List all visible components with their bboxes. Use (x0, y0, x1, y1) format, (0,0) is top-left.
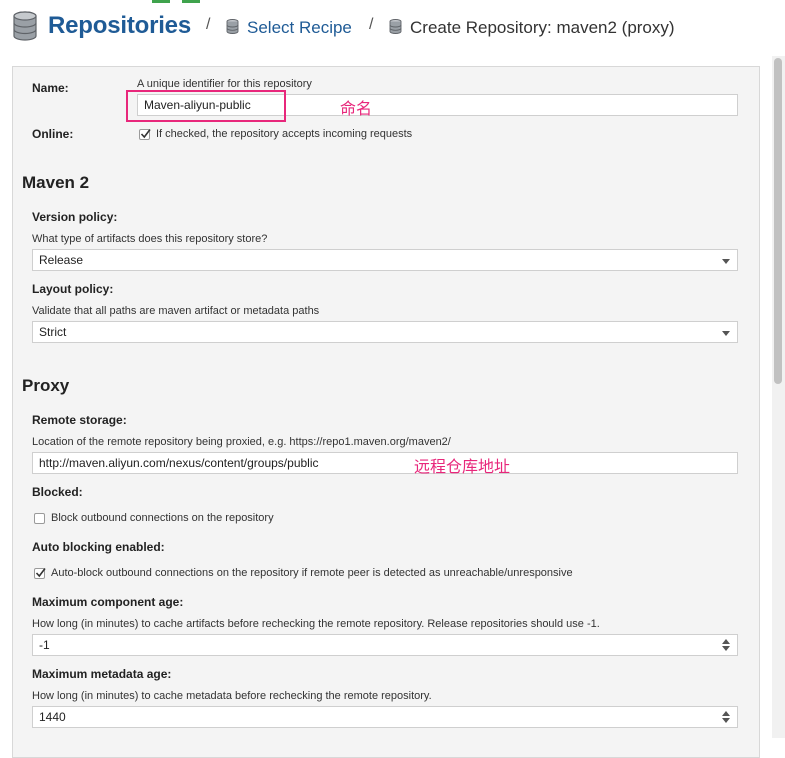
layout-policy-value: Strict (39, 325, 67, 339)
max-metadata-age-help: How long (in minutes) to cache metadata … (32, 690, 432, 702)
spinner-arrows-icon[interactable] (722, 711, 730, 723)
database-icon (226, 19, 239, 39)
dropdown-arrow-icon (722, 331, 730, 336)
blocked-label: Blocked: (32, 485, 83, 499)
checkmark-icon (35, 568, 46, 578)
page-title[interactable]: Repositories (48, 12, 191, 40)
version-policy-value: Release (39, 253, 84, 267)
name-label: Name: (32, 81, 69, 95)
breadcrumb-separator: / (369, 16, 374, 33)
layout-policy-label: Layout policy: (32, 282, 114, 296)
auto-blocking-checkbox-text: Auto-block outbound connections on the r… (51, 567, 573, 579)
max-component-age-value: -1 (39, 638, 50, 652)
online-checkbox-text: If checked, the repository accepts incom… (156, 128, 413, 140)
breadcrumb-select-recipe-link[interactable]: Select Recipe (247, 18, 352, 38)
max-component-age-input[interactable]: -1 (32, 634, 738, 656)
layout-policy-select[interactable]: Strict (32, 321, 738, 343)
layout-policy-help: Validate that all paths are maven artifa… (32, 305, 320, 317)
name-help: A unique identifier for this repository (137, 78, 312, 90)
auto-blocking-label: Auto blocking enabled: (32, 540, 165, 554)
name-annotation: 命名 (340, 99, 373, 118)
max-component-age-label: Maximum component age: (32, 595, 184, 609)
breadcrumb-separator: / (206, 16, 211, 33)
remote-storage-annotation: 远程仓库地址 (414, 457, 511, 476)
max-metadata-age-value: 1440 (39, 710, 66, 724)
max-metadata-age-label: Maximum metadata age: (32, 667, 172, 681)
version-policy-select[interactable]: Release (32, 249, 738, 271)
proxy-section-title: Proxy (22, 376, 70, 395)
auto-blocking-checkbox[interactable] (34, 568, 46, 579)
max-component-age-help: How long (in minutes) to cache artifacts… (32, 618, 600, 630)
blocked-checkbox-text: Block outbound connections on the reposi… (51, 512, 274, 524)
checkmark-icon (140, 129, 151, 139)
breadcrumb-bar: Repositories / Select Recipe / Create Re… (0, 0, 785, 56)
annotation-highlight-box (126, 90, 286, 122)
maven-section-title: Maven 2 (22, 173, 90, 192)
dropdown-arrow-icon (722, 259, 730, 264)
tab-indicator (152, 0, 170, 3)
version-policy-label: Version policy: (32, 210, 118, 224)
online-label: Online: (32, 127, 74, 141)
scrollbar-thumb[interactable] (774, 58, 782, 384)
version-policy-help: What type of artifacts does this reposit… (32, 233, 268, 245)
tab-indicator (182, 0, 200, 3)
breadcrumb-current: Create Repository: maven2 (proxy) (410, 18, 675, 37)
remote-storage-label: Remote storage: (32, 413, 127, 427)
remote-storage-help: Location of the remote repository being … (32, 436, 451, 448)
online-checkbox[interactable] (139, 129, 151, 140)
spinner-arrows-icon[interactable] (722, 639, 730, 651)
blocked-checkbox[interactable] (34, 513, 45, 524)
database-icon (389, 19, 402, 39)
remote-storage-input[interactable]: http://maven.aliyun.com/nexus/content/gr… (32, 452, 738, 474)
max-metadata-age-input[interactable]: 1440 (32, 706, 738, 728)
database-icon (12, 11, 38, 46)
